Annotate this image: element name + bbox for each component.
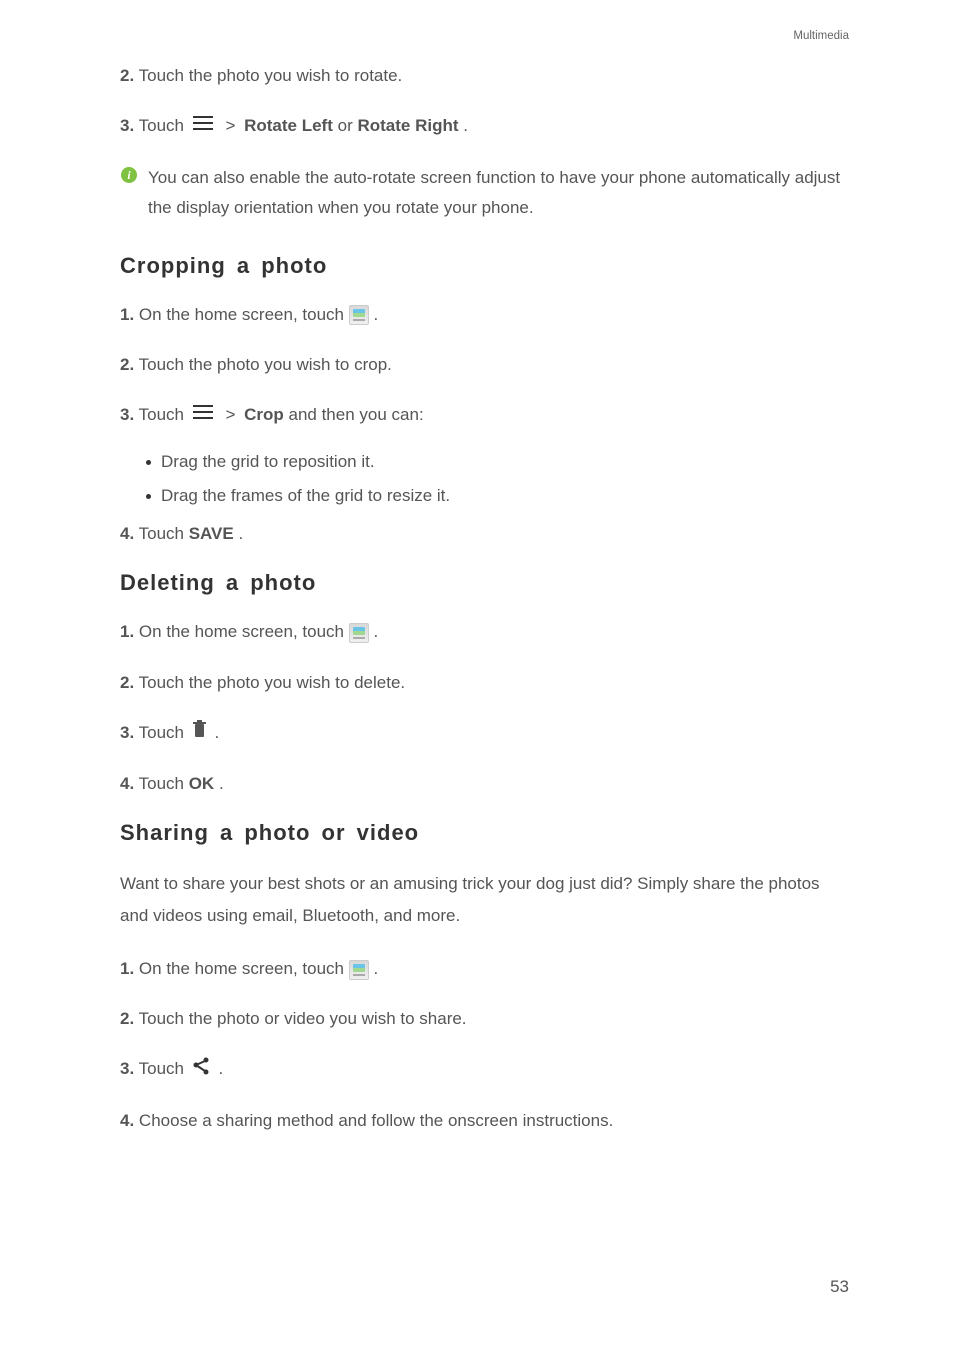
gallery-icon xyxy=(349,305,369,325)
step-text: Choose a sharing method and follow the o… xyxy=(139,1111,613,1130)
step-text-prefix: Touch xyxy=(139,524,189,543)
step-text-prefix: Touch xyxy=(139,116,189,135)
cropping-bullet-2: Drag the frames of the grid to resize it… xyxy=(146,486,849,506)
bullet-dot-icon xyxy=(146,460,151,465)
step-text-prefix: Touch xyxy=(139,774,189,793)
info-icon: i xyxy=(120,166,138,184)
header-breadcrumb: Multimedia xyxy=(120,30,849,42)
cropping-step-4: 4. Touch SAVE . xyxy=(120,520,849,547)
step-number: 4. xyxy=(120,1111,134,1130)
menu-icon xyxy=(192,113,214,140)
crop-label: Crop xyxy=(244,405,284,424)
step-number: 4. xyxy=(120,774,134,793)
step-text-prefix: On the home screen, touch xyxy=(139,959,349,978)
sharing-step-3: 3. Touch . xyxy=(120,1055,849,1084)
period: . xyxy=(463,116,468,135)
period: . xyxy=(238,524,243,543)
deleting-heading: Deleting a photo xyxy=(120,570,849,596)
period: . xyxy=(219,774,224,793)
sharing-step-1: 1. On the home screen, touch . xyxy=(120,955,849,982)
step-text-suffix: . xyxy=(373,959,378,978)
step-text-prefix: Touch xyxy=(139,405,189,424)
sharing-heading: Sharing a photo or video xyxy=(120,820,849,846)
cropping-step-1: 1. On the home screen, touch . xyxy=(120,301,849,328)
step-number: 3. xyxy=(120,405,134,424)
bullet-dot-icon xyxy=(146,494,151,499)
step-text-prefix: Touch xyxy=(139,1059,189,1078)
step-number: 1. xyxy=(120,622,134,641)
rotate-left-label: Rotate Left xyxy=(244,116,333,135)
step-number: 2. xyxy=(120,673,134,692)
step-text: Touch the photo you wish to crop. xyxy=(139,355,392,374)
deleting-step-2: 2. Touch the photo you wish to delete. xyxy=(120,669,849,696)
deleting-step-4: 4. Touch OK . xyxy=(120,770,849,797)
step-number: 2. xyxy=(120,355,134,374)
sharing-step-4: 4. Choose a sharing method and follow th… xyxy=(120,1107,849,1134)
trash-icon xyxy=(192,720,207,747)
step-text-suffix: . xyxy=(373,305,378,324)
deleting-step-1: 1. On the home screen, touch . xyxy=(120,618,849,645)
step-text-prefix: On the home screen, touch xyxy=(139,305,349,324)
step-text-suffix: and then you can: xyxy=(289,405,424,424)
cropping-bullet-1: Drag the grid to reposition it. xyxy=(146,452,849,472)
ok-label: OK xyxy=(189,774,215,793)
step-text-prefix: On the home screen, touch xyxy=(139,622,349,641)
step-number: 3. xyxy=(120,116,134,135)
menu-icon xyxy=(192,402,214,429)
step-number: 2. xyxy=(120,1009,134,1028)
step-text: Touch the photo you wish to rotate. xyxy=(139,66,403,85)
gallery-icon xyxy=(349,960,369,980)
note-text: You can also enable the auto-rotate scre… xyxy=(148,163,849,223)
gallery-icon xyxy=(349,623,369,643)
step-number: 4. xyxy=(120,524,134,543)
gt-symbol: > xyxy=(225,405,240,424)
step-number: 1. xyxy=(120,305,134,324)
step-number: 2. xyxy=(120,66,134,85)
page-number: 53 xyxy=(830,1277,849,1297)
sharing-step-2: 2. Touch the photo or video you wish to … xyxy=(120,1005,849,1032)
or-text: or xyxy=(338,116,358,135)
gt-symbol: > xyxy=(225,116,240,135)
rotate-step-2: 2. Touch the photo you wish to rotate. xyxy=(120,62,849,89)
rotate-right-label: Rotate Right xyxy=(357,116,458,135)
step-text: Touch the photo you wish to delete. xyxy=(139,673,406,692)
bullet-text: Drag the frames of the grid to resize it… xyxy=(161,486,450,506)
step-number: 3. xyxy=(120,723,134,742)
step-text-suffix: . xyxy=(214,723,219,742)
deleting-step-3: 3. Touch . xyxy=(120,719,849,747)
cropping-step-2: 2. Touch the photo you wish to crop. xyxy=(120,351,849,378)
save-label: SAVE xyxy=(189,524,234,543)
rotate-step-3: 3. Touch > Rotate Left or Rotate Right . xyxy=(120,112,849,140)
step-text: Touch the photo or video you wish to sha… xyxy=(139,1009,467,1028)
bullet-text: Drag the grid to reposition it. xyxy=(161,452,375,472)
share-icon xyxy=(192,1056,211,1084)
cropping-heading: Cropping a photo xyxy=(120,253,849,279)
step-text-suffix: . xyxy=(373,622,378,641)
sharing-intro: Want to share your best shots or an amus… xyxy=(120,868,849,931)
step-text-prefix: Touch xyxy=(139,723,189,742)
step-text-suffix: . xyxy=(218,1059,223,1078)
step-number: 1. xyxy=(120,959,134,978)
cropping-step-3: 3. Touch > Crop and then you can: xyxy=(120,401,849,429)
note-block: i You can also enable the auto-rotate sc… xyxy=(120,163,849,223)
step-number: 3. xyxy=(120,1059,134,1078)
